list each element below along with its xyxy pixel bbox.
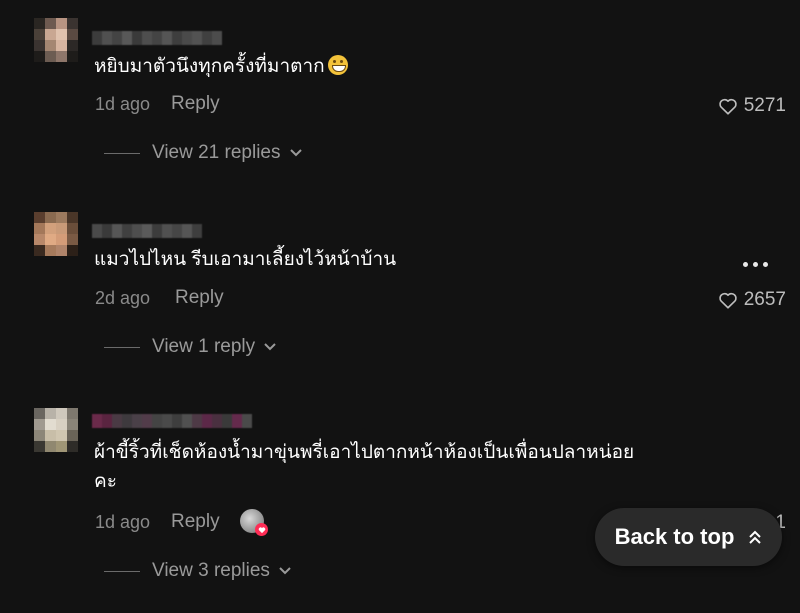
- grinning-face-emoji: [327, 55, 348, 75]
- divider: [104, 346, 140, 348]
- comment-text: ผ้าขี้ริ้วที่เช็ดห้องน้ำมาขุ่นพรี่เอาไปต…: [94, 442, 635, 492]
- back-to-top-button[interactable]: Back to top: [595, 508, 782, 566]
- chevron-down-icon: [264, 343, 276, 351]
- avatar[interactable]: [34, 212, 78, 256]
- creator-liked-avatar: [240, 509, 268, 536]
- view-replies-button[interactable]: View 1 reply: [104, 336, 277, 358]
- like-button[interactable]: 5271: [718, 95, 786, 117]
- avatar[interactable]: [34, 18, 78, 62]
- like-button[interactable]: 2657: [718, 289, 786, 311]
- heart-icon: [718, 292, 737, 309]
- view-replies-button[interactable]: View 3 replies: [104, 560, 292, 582]
- like-count: 2657: [743, 289, 786, 310]
- view-replies-label: View 3 replies: [152, 560, 270, 581]
- username-blurred[interactable]: [92, 224, 204, 238]
- comment-timestamp: 2d ago: [95, 288, 151, 308]
- comment-text: หยิบมาตัวนึงทุกครั้งที่มาตาก: [94, 52, 348, 81]
- back-to-top-label: Back to top: [614, 524, 735, 549]
- reply-button[interactable]: Reply: [171, 93, 220, 115]
- view-replies-button[interactable]: View 21 replies: [104, 142, 303, 164]
- chevron-down-icon: [289, 149, 302, 157]
- chevron-double-up-icon: [749, 530, 762, 544]
- divider: [104, 152, 140, 154]
- avatar[interactable]: [34, 408, 78, 452]
- reply-button[interactable]: Reply: [171, 511, 220, 533]
- heart-icon: [255, 523, 268, 536]
- heart-icon: [718, 98, 737, 115]
- comment-text: แมวไปไหน รีบเอามาเลี้ยงไว้หน้าบ้าน: [94, 249, 397, 270]
- username-blurred[interactable]: [92, 414, 258, 428]
- view-replies-label: View 1 reply: [152, 336, 256, 357]
- more-options-button[interactable]: [743, 262, 768, 267]
- username-blurred[interactable]: [92, 31, 224, 45]
- comment-timestamp: 1d ago: [95, 94, 151, 114]
- reply-button[interactable]: Reply: [175, 287, 224, 309]
- divider: [104, 570, 140, 572]
- view-replies-label: View 21 replies: [152, 142, 281, 163]
- comment-timestamp: 1d ago: [95, 512, 151, 532]
- chevron-down-icon: [279, 567, 291, 575]
- comments-panel: หยิบมาตัวนึงทุกครั้งที่มาตาก 1d ago Repl…: [0, 0, 800, 613]
- like-count: 5271: [743, 95, 786, 116]
- more-icon: [743, 262, 748, 267]
